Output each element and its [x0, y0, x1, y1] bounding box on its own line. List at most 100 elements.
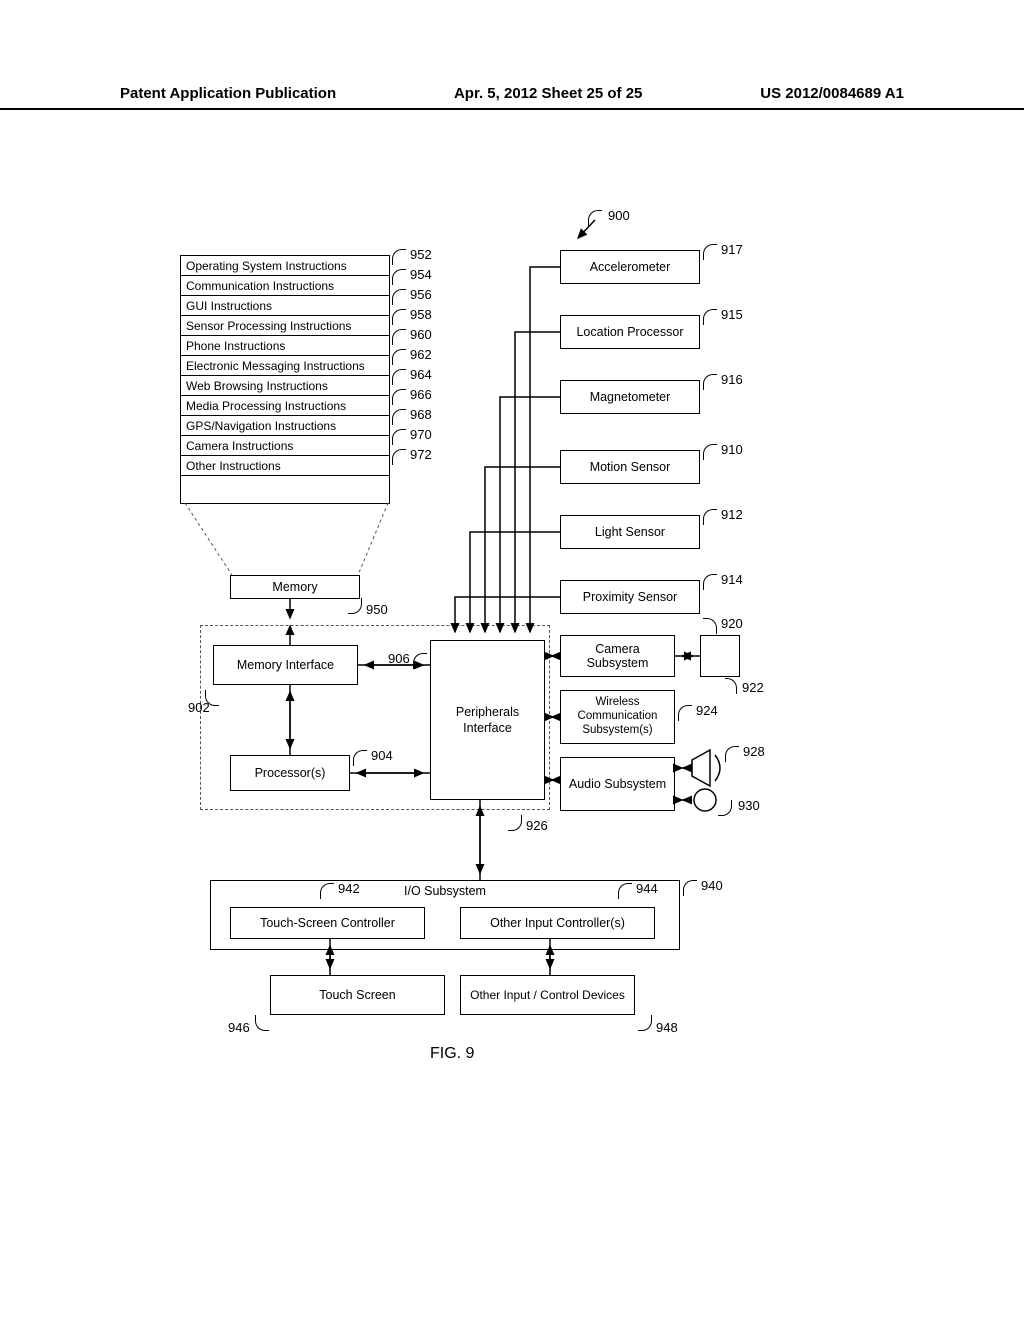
audio-subsystem-block: Audio Subsystem — [560, 757, 675, 811]
hook-icon — [392, 349, 406, 365]
light-sensor-block: Light Sensor — [560, 515, 700, 549]
ref-970: 970 — [410, 427, 432, 442]
hook-icon — [392, 409, 406, 425]
memory-block: Memory — [230, 575, 360, 599]
instr-camera: Camera Instructions — [180, 435, 390, 455]
page-header: Patent Application Publication Apr. 5, 2… — [0, 85, 1024, 110]
ref-917: 917 — [721, 242, 743, 257]
hook-icon — [392, 289, 406, 305]
ref-912: 912 — [721, 507, 743, 522]
hook-icon — [353, 750, 367, 766]
hook-icon — [703, 618, 717, 634]
figure-9-diagram: Operating System Instructions Communicat… — [170, 200, 780, 1070]
hook-icon — [678, 705, 692, 721]
ref-902: 902 — [188, 700, 210, 715]
touch-controller-block: Touch-Screen Controller — [230, 907, 425, 939]
ref-916: 916 — [721, 372, 743, 387]
figure-label: FIG. 9 — [430, 1045, 474, 1063]
accelerometer-block: Accelerometer — [560, 250, 700, 284]
instr-gps: GPS/Navigation Instructions — [180, 415, 390, 435]
hook-icon — [348, 598, 362, 614]
instr-phone: Phone Instructions — [180, 335, 390, 355]
hook-icon — [703, 309, 717, 325]
hook-icon — [718, 800, 732, 816]
hook-icon — [392, 429, 406, 445]
peripherals-label: Peripherals Interface — [437, 704, 538, 737]
ref-948: 948 — [656, 1020, 678, 1035]
ref-956: 956 — [410, 287, 432, 302]
proximity-sensor-block: Proximity Sensor — [560, 580, 700, 614]
hook-icon — [638, 1015, 652, 1031]
ref-972: 972 — [410, 447, 432, 462]
hook-icon — [392, 449, 406, 465]
hook-icon — [683, 880, 697, 896]
instr-media: Media Processing Instructions — [180, 395, 390, 415]
hook-icon — [703, 374, 717, 390]
ref-910: 910 — [721, 442, 743, 457]
hook-icon — [255, 1015, 269, 1031]
hook-icon — [588, 210, 602, 226]
instr-other: Other Instructions — [180, 455, 390, 475]
hook-icon — [392, 329, 406, 345]
ref-964: 964 — [410, 367, 432, 382]
hook-icon — [392, 369, 406, 385]
motion-sensor-block: Motion Sensor — [560, 450, 700, 484]
other-input-controller-block: Other Input Controller(s) — [460, 907, 655, 939]
hook-icon — [725, 746, 739, 762]
hook-icon — [392, 269, 406, 285]
touch-screen-block: Touch Screen — [270, 975, 445, 1015]
hook-icon — [320, 883, 334, 899]
ref-960: 960 — [410, 327, 432, 342]
hook-icon — [725, 678, 737, 694]
ref-920: 920 — [721, 616, 743, 631]
hook-icon — [703, 509, 717, 525]
instr-email: Electronic Messaging Instructions — [180, 355, 390, 375]
memory-interface-block: Memory Interface — [213, 645, 358, 685]
ref-900: 900 — [608, 208, 630, 223]
ref-954: 954 — [410, 267, 432, 282]
ref-924: 924 — [696, 703, 718, 718]
ref-950: 950 — [366, 602, 388, 617]
io-subsystem-label: I/O Subsystem — [404, 884, 486, 898]
ref-940: 940 — [701, 878, 723, 893]
hook-icon — [618, 883, 632, 899]
ref-906: 906 — [388, 651, 410, 666]
hook-icon — [413, 653, 427, 669]
camera-lens-icon — [700, 635, 740, 677]
instr-os: Operating System Instructions — [180, 255, 390, 275]
header-right: US 2012/0084689 A1 — [760, 85, 904, 102]
instr-web: Web Browsing Instructions — [180, 375, 390, 395]
hook-icon — [508, 815, 522, 831]
ref-958: 958 — [410, 307, 432, 322]
instr-gui: GUI Instructions — [180, 295, 390, 315]
other-input-devices-block: Other Input / Control Devices — [460, 975, 635, 1015]
ref-914: 914 — [721, 572, 743, 587]
ref-904: 904 — [371, 748, 393, 763]
header-center: Apr. 5, 2012 Sheet 25 of 25 — [454, 85, 642, 102]
peripherals-interface-block: Peripherals Interface — [430, 640, 545, 800]
ref-968: 968 — [410, 407, 432, 422]
instr-blank — [180, 475, 390, 503]
ref-966: 966 — [410, 387, 432, 402]
hook-icon — [703, 244, 717, 260]
instr-sensor: Sensor Processing Instructions — [180, 315, 390, 335]
ref-944: 944 — [636, 881, 658, 896]
wireless-subsystem-block: Wireless Communication Subsystem(s) — [560, 690, 675, 744]
camera-subsystem-block: Camera Subsystem — [560, 635, 675, 677]
memory-instructions-table: Operating System Instructions Communicat… — [180, 255, 390, 504]
hook-icon — [392, 309, 406, 325]
processors-block: Processor(s) — [230, 755, 350, 791]
magnetometer-block: Magnetometer — [560, 380, 700, 414]
ref-942: 942 — [338, 881, 360, 896]
ref-952: 952 — [410, 247, 432, 262]
ref-926: 926 — [526, 818, 548, 833]
ref-962: 962 — [410, 347, 432, 362]
header-left: Patent Application Publication — [120, 85, 336, 102]
location-processor-block: Location Processor — [560, 315, 700, 349]
hook-icon — [703, 444, 717, 460]
hook-icon — [392, 389, 406, 405]
ref-922: 922 — [742, 680, 764, 695]
hook-icon — [703, 574, 717, 590]
hook-icon — [392, 249, 406, 265]
ref-930: 930 — [738, 798, 760, 813]
